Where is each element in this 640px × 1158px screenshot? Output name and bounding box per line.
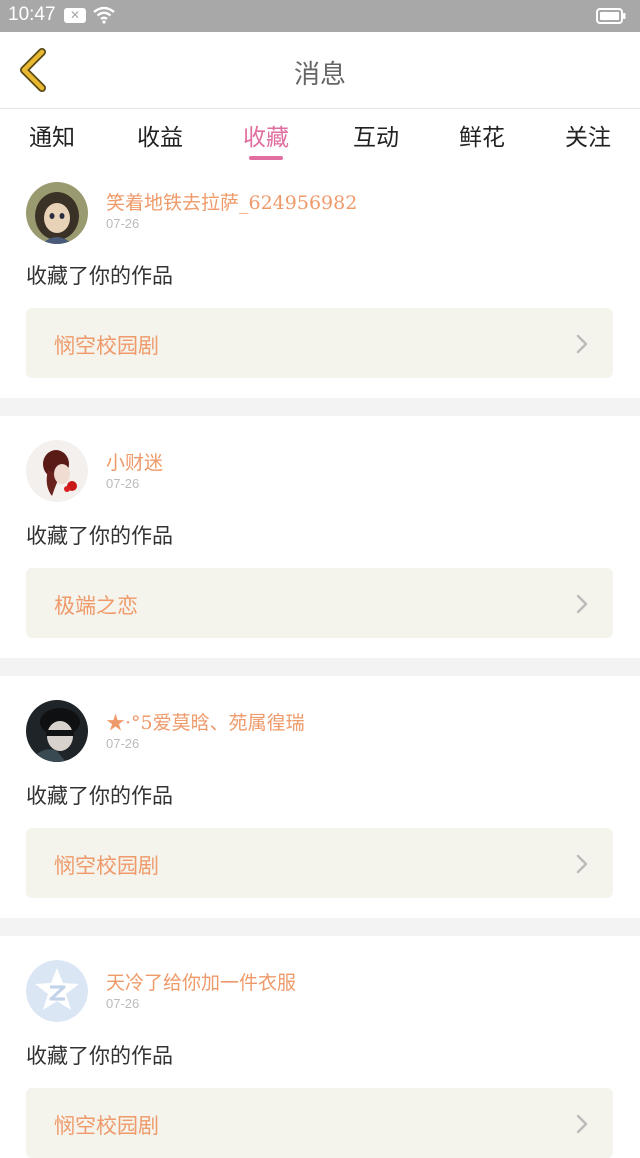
action-text: 收藏了你的作品 [26,1044,173,1068]
username[interactable]: 笑着地铁去拉萨_624956982 [106,188,357,215]
tab-favorites[interactable]: 收藏 [226,118,306,152]
work-link[interactable]: 极端之恋 [26,568,613,638]
status-bar: 10:47 ✕ [0,0,640,32]
work-link[interactable]: 悯空校园剧 [26,1088,613,1158]
username[interactable]: 小财迷 [106,448,163,475]
close-box-icon: ✕ [64,8,86,23]
action-text: 收藏了你的作品 [26,524,173,548]
action-text: 收藏了你的作品 [26,784,173,808]
work-link[interactable]: 悯空校园剧 [26,828,613,898]
work-title: 悯空校园剧 [54,1114,159,1138]
username[interactable]: 天冷了给你加一件衣服 [106,968,296,995]
date: 07-26 [106,736,140,751]
work-title: 悯空校园剧 [54,334,159,358]
wifi-icon [93,6,115,24]
action-text: 收藏了你的作品 [26,264,173,288]
list-item: 笑着地铁去拉萨_624956982 07-26 收藏了你的作品 悯空校园剧 [0,162,640,398]
work-title: 极端之恋 [54,594,138,618]
chevron-right-icon [576,1114,588,1134]
page-title: 消息 [293,60,346,90]
tab-bar: 通知 收益 收藏 互动 鲜花 关注 [0,110,640,162]
date: 07-26 [106,996,140,1011]
divider [0,398,640,416]
tab-earnings[interactable]: 收益 [120,118,200,152]
work-title: 悯空校园剧 [54,854,159,878]
work-link[interactable]: 悯空校园剧 [26,308,613,378]
list-item: 小财迷 07-26 收藏了你的作品 极端之恋 [0,416,640,658]
chevron-right-icon [576,594,588,614]
chevron-right-icon [576,334,588,354]
username[interactable]: ★·°5爱莫晗、苑属徨瑞 [106,708,305,735]
date: 07-26 [106,216,140,231]
list-item: 天冷了给你加一件衣服 07-26 收藏了你的作品 悯空校园剧 [0,936,640,1158]
avatar[interactable] [26,440,88,502]
tab-follows[interactable]: 关注 [548,118,628,152]
divider [0,658,640,676]
date: 07-26 [106,476,140,491]
active-tab-indicator [249,156,283,160]
header: 消息 [0,32,640,109]
avatar[interactable] [26,700,88,762]
divider [0,918,640,936]
tab-flowers[interactable]: 鲜花 [442,118,522,152]
tab-notifications[interactable]: 通知 [12,118,92,152]
list-item: ★·°5爱莫晗、苑属徨瑞 07-26 收藏了你的作品 悯空校园剧 [0,676,640,918]
avatar[interactable] [26,182,88,244]
chevron-right-icon [576,854,588,874]
battery-icon [596,8,626,24]
tab-interactions[interactable]: 互动 [336,118,416,152]
status-time: 10:47 [8,4,56,25]
qzone-avatar-icon[interactable] [26,960,88,1022]
